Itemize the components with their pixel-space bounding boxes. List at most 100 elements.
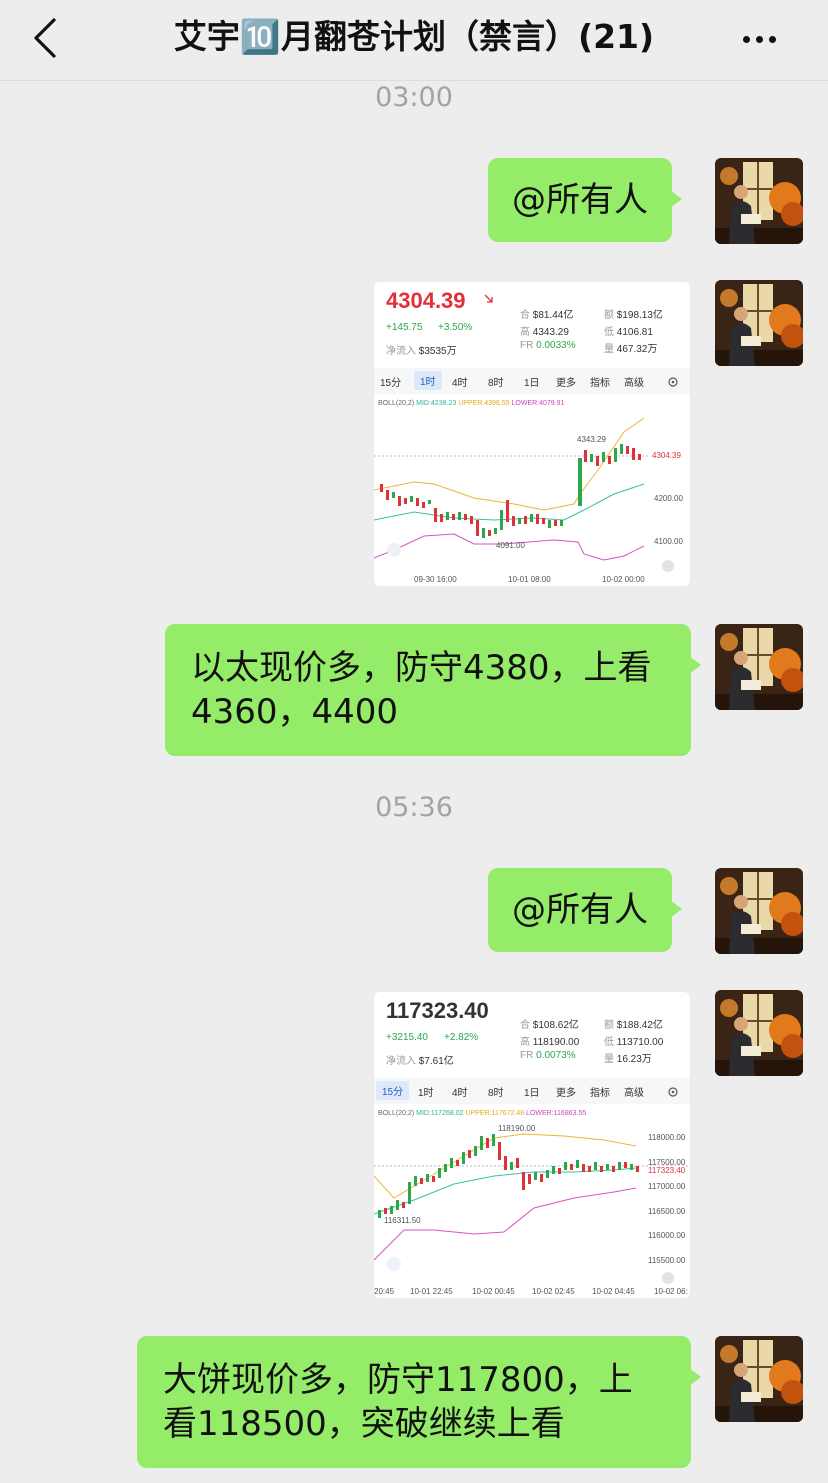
tab-4h[interactable]: 4时	[452, 1084, 468, 1099]
y-tick: 4100.00	[654, 537, 683, 546]
btc-change-pct: +2.82%	[444, 1032, 479, 1043]
eth-e: $198.13亿	[616, 310, 663, 321]
btc-chart-image[interactable]: 117323.40 +3215.40 +2.82% 净流入 $7.61亿 合 $…	[374, 992, 690, 1298]
boll-lower: LOWER:4079.91	[511, 400, 565, 407]
tab-more[interactable]: 更多	[556, 374, 576, 389]
boll-label: BOLL(20,2)	[378, 1110, 415, 1117]
fr-label: FR	[520, 1050, 534, 1061]
dot-icon	[743, 36, 750, 43]
tab-1d[interactable]: 1日	[524, 1084, 540, 1099]
eth-he: $81.44亿	[532, 310, 574, 321]
inflow-label: 净流入	[386, 1056, 416, 1067]
message-bubble[interactable]: 大饼现价多，防守117800，上看118500，突破继续上看	[137, 1336, 701, 1468]
avatar[interactable]	[715, 1336, 803, 1422]
expand-icon[interactable]	[387, 1257, 401, 1271]
avatar[interactable]	[715, 990, 803, 1076]
tab-4h[interactable]: 4时	[452, 374, 468, 389]
y-tick: 115500.00	[648, 1256, 686, 1265]
x-tick: 10-01 08:00	[508, 575, 551, 584]
more-options-button[interactable]	[740, 28, 788, 48]
btc-fr: 0.0073%	[536, 1050, 576, 1061]
x-tick: 10-02 02:45	[532, 1287, 575, 1296]
y-tick: 116500.00	[648, 1207, 686, 1216]
btc-current-marker: 117323.40	[648, 1166, 686, 1175]
eth-change-pct: +3.50%	[438, 322, 473, 333]
eth-high: 4343.29	[532, 327, 569, 338]
expand-icon[interactable]	[387, 543, 401, 557]
high-label: 高	[520, 1037, 530, 1048]
chat-title: 艾宇🔟月翻苍计划（禁言）(21)	[173, 17, 655, 56]
tab-1h[interactable]: 1时	[418, 1084, 434, 1099]
x-tick: 10-02 00:00	[602, 575, 645, 584]
btc-e: $188.42亿	[616, 1020, 663, 1031]
e-label: 额	[604, 1020, 614, 1031]
eth-candlestick-chart	[374, 417, 690, 572]
y-tick: 118000.00	[648, 1133, 686, 1142]
tab-15m[interactable]: 15分	[376, 1081, 410, 1100]
x-tick: 10-02 04:45	[592, 1287, 635, 1296]
dot-icon	[769, 36, 776, 43]
timestamp: 05:36	[375, 792, 453, 823]
boll-upper: UPPER:4396.55	[458, 400, 510, 407]
tab-indicators[interactable]: 指标	[590, 1084, 610, 1099]
settings-icon[interactable]	[667, 376, 679, 388]
tab-15m[interactable]: 15分	[380, 374, 401, 389]
e-label: 额	[604, 310, 614, 321]
tab-advanced[interactable]: 高级	[624, 1084, 644, 1099]
avatar[interactable]	[715, 624, 803, 710]
avatar[interactable]	[715, 158, 803, 244]
back-button[interactable]	[22, 14, 72, 64]
boll-label: BOLL(20,2)	[378, 400, 415, 407]
vol-label: 量	[604, 344, 614, 355]
x-tick: 10-02 06:	[654, 1287, 688, 1296]
btc-vol: 16.23万	[616, 1054, 652, 1065]
tab-more[interactable]: 更多	[556, 1084, 576, 1099]
dot-icon	[756, 36, 763, 43]
eth-change: +145.75	[386, 322, 423, 333]
he-label: 合	[520, 1020, 530, 1031]
y-tick: 117500.00	[648, 1158, 686, 1167]
tab-8h[interactable]: 8时	[488, 1084, 504, 1099]
eth-current-marker: 4304.39	[652, 451, 681, 460]
tab-8h[interactable]: 8时	[488, 374, 504, 389]
btc-candlestick-chart	[374, 1133, 690, 1284]
eth-low-marker: 4091.00	[496, 541, 525, 550]
btc-low: 113710.00	[616, 1037, 664, 1048]
eth-chart-image[interactable]: 4304.39 +145.75 +3.50% 净流入 $3535万 合 $81.…	[374, 282, 690, 586]
he-label: 合	[520, 310, 530, 321]
logo-icon	[662, 1272, 674, 1284]
y-tick: 116000.00	[648, 1231, 686, 1240]
tab-1d[interactable]: 1日	[524, 374, 540, 389]
boll-legend: BOLL(20,2) MID:4238.23 UPPER:4396.55 LOW…	[378, 400, 564, 407]
message-bubble[interactable]: @所有人	[488, 868, 682, 952]
btc-low-marker: 116311.50	[384, 1216, 421, 1225]
tab-indicators[interactable]: 指标	[590, 374, 610, 389]
avatar[interactable]	[715, 280, 803, 366]
eth-high-marker: 4343.29	[577, 435, 606, 444]
settings-icon[interactable]	[667, 1086, 679, 1098]
x-tick: 20:45	[374, 1287, 395, 1296]
fr-label: FR	[520, 340, 534, 351]
btc-high-marker: 118190.00	[498, 1124, 536, 1133]
low-label: 低	[604, 327, 614, 338]
message-bubble[interactable]: 以太现价多，防守4380，上看4360，4400	[165, 624, 701, 756]
btc-high: 118190.00	[532, 1037, 580, 1048]
tab-1h[interactable]: 1时	[414, 371, 442, 390]
btc-he: $108.62亿	[532, 1020, 579, 1031]
x-tick: 10-01 22:45	[410, 1287, 453, 1296]
eth-low: 4106.81	[616, 327, 653, 338]
boll-upper: UPPER:117672.48	[465, 1110, 525, 1117]
y-tick: 117000.00	[648, 1182, 686, 1191]
message-bubble[interactable]: @所有人	[488, 158, 682, 242]
y-tick: 4200.00	[654, 494, 683, 503]
inflow-label: 净流入	[386, 346, 416, 357]
chevron-left-icon	[34, 18, 56, 58]
high-label: 高	[520, 327, 530, 338]
boll-legend: BOLL(20,2) MID:117268.02 UPPER:117672.48…	[378, 1110, 586, 1117]
logo-icon	[662, 560, 674, 572]
tab-advanced[interactable]: 高级	[624, 374, 644, 389]
eth-inflow: $3535万	[418, 346, 457, 357]
avatar[interactable]	[715, 868, 803, 954]
boll-mid: MID:4238.23	[416, 400, 457, 407]
btc-price: 117323.40	[386, 998, 489, 1023]
